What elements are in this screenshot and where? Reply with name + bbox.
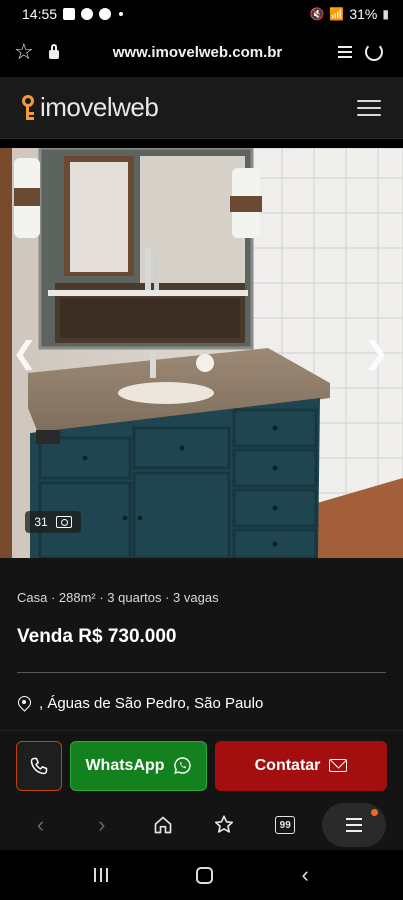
browser-menu-button[interactable] bbox=[322, 803, 387, 847]
home-icon[interactable] bbox=[139, 805, 187, 845]
location-text: , Águas de São Pedro, São Paulo bbox=[39, 695, 264, 712]
gallery-next-icon[interactable]: ❯ bbox=[364, 336, 389, 371]
battery-icon: ▮ bbox=[382, 7, 389, 21]
camera-icon bbox=[55, 516, 72, 528]
photo-gallery[interactable]: ❮ ❯ 31 bbox=[0, 148, 403, 558]
browser-forward-icon[interactable]: › bbox=[78, 805, 126, 845]
site-header: imovelweb bbox=[0, 77, 403, 139]
listing-price: Venda R$ 730.000 bbox=[17, 626, 177, 647]
gallery-notification-icon bbox=[63, 8, 76, 20]
system-back-icon[interactable]: ‹ bbox=[302, 862, 309, 888]
wifi-icon: 📶 bbox=[329, 7, 345, 21]
chrome-notification-icon-2 bbox=[99, 8, 112, 20]
logo-text: imovelweb bbox=[40, 92, 159, 122]
bookmarks-icon[interactable] bbox=[200, 805, 248, 845]
bookmark-star-icon[interactable]: ☆ bbox=[14, 39, 44, 65]
phone-icon bbox=[30, 757, 48, 774]
notification-dot bbox=[371, 809, 379, 816]
mute-icon: 🔇 bbox=[309, 7, 325, 21]
photo-count-badge[interactable]: 31 bbox=[25, 511, 81, 533]
location-pin-icon bbox=[17, 696, 32, 711]
contact-actions-bar: WhatsApp Contatar bbox=[0, 730, 403, 800]
listing-photo bbox=[0, 148, 403, 558]
status-time: 14:55 bbox=[22, 6, 58, 22]
listing-location: , Águas de São Pedro, São Paulo bbox=[17, 695, 386, 712]
listing-features: Casa · 288m² · 3 quartos · 3 vagas bbox=[17, 590, 219, 605]
url-field[interactable]: www.imovelweb.com.br bbox=[64, 44, 331, 61]
menu-icon bbox=[346, 818, 363, 832]
tab-count: 99 bbox=[275, 816, 296, 834]
gallery-prev-icon[interactable]: ❮ bbox=[12, 336, 37, 371]
site-menu-icon[interactable] bbox=[357, 99, 381, 116]
contact-button[interactable]: Contatar bbox=[215, 740, 387, 791]
system-home-icon[interactable] bbox=[196, 866, 214, 884]
call-button[interactable] bbox=[16, 740, 62, 791]
lock-icon[interactable] bbox=[44, 43, 64, 59]
whatsapp-label: WhatsApp bbox=[85, 756, 165, 774]
more-notifications-icon bbox=[119, 12, 124, 16]
system-nav-bar: ‹ bbox=[0, 850, 403, 900]
site-logo[interactable]: imovelweb bbox=[22, 92, 159, 123]
whatsapp-icon bbox=[173, 757, 191, 775]
tabs-button[interactable]: 99 bbox=[261, 805, 309, 845]
refresh-icon[interactable] bbox=[359, 37, 389, 67]
logo-key-icon bbox=[22, 94, 36, 121]
listing-info: Casa · 288m² · 3 quartos · 3 vagas Venda… bbox=[0, 558, 403, 730]
chrome-notification-icon bbox=[81, 8, 94, 20]
status-bar: 14:55 🔇 📶 31% ▮ bbox=[0, 0, 403, 28]
status-left: 14:55 bbox=[22, 6, 124, 22]
status-right: 🔇 📶 31% ▮ bbox=[309, 6, 389, 22]
browser-back-icon[interactable]: ‹ bbox=[17, 805, 65, 845]
whatsapp-button[interactable]: WhatsApp bbox=[70, 740, 207, 791]
address-bar: ☆ www.imovelweb.com.br bbox=[0, 30, 403, 74]
photo-count: 31 bbox=[34, 515, 48, 529]
divider bbox=[17, 672, 386, 673]
contact-label: Contatar bbox=[254, 756, 321, 774]
browser-bottom-nav: ‹ › 99 bbox=[0, 800, 403, 850]
battery-level: 31% bbox=[349, 6, 378, 22]
envelope-icon bbox=[329, 759, 348, 772]
recent-apps-icon[interactable] bbox=[94, 868, 109, 882]
reader-mode-icon[interactable] bbox=[331, 46, 359, 58]
